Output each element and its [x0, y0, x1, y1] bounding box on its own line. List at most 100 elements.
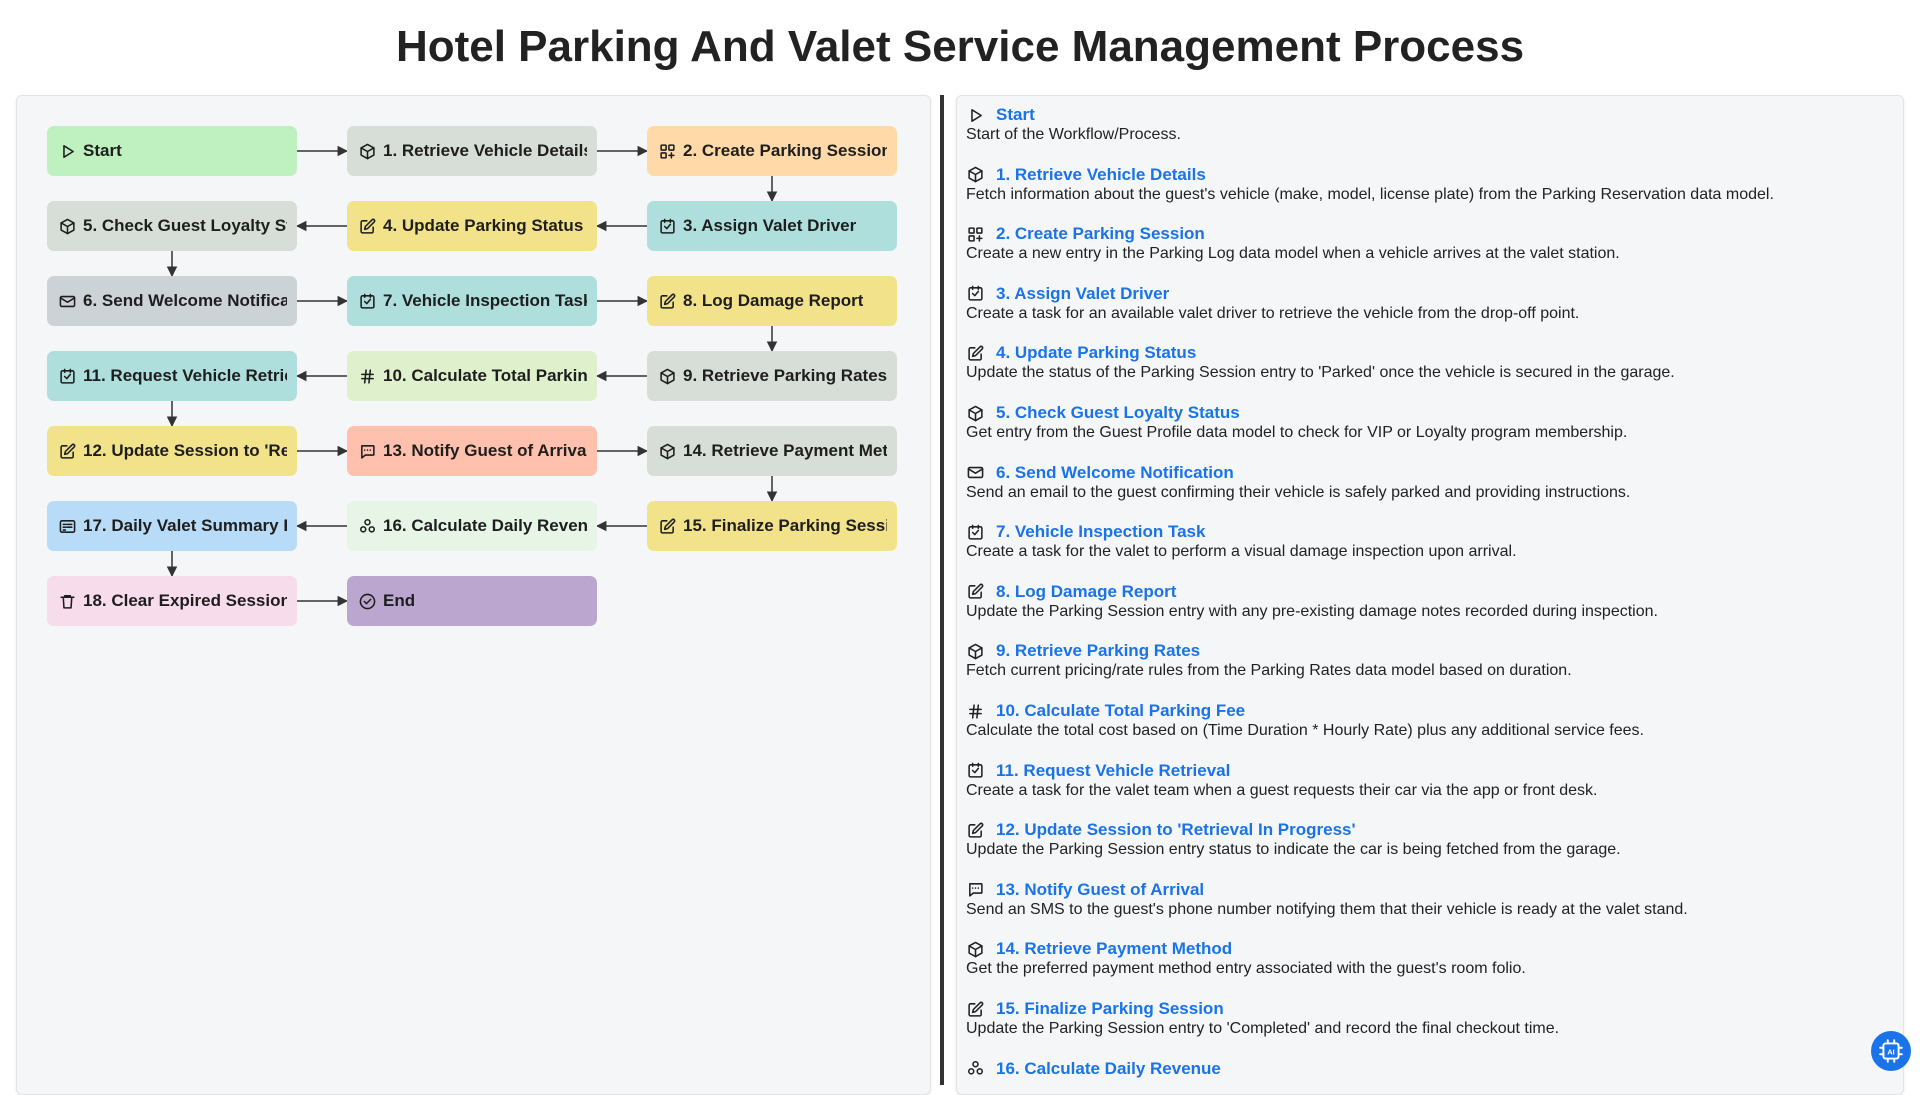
edit-icon [967, 1001, 984, 1018]
step-item: 1. Retrieve Vehicle Details Fetch informa… [966, 165, 1886, 204]
step-title-link[interactable]: 3. Assign Valet Driver [966, 284, 1886, 304]
step-item: 8. Log Damage Report Update the Parking S… [966, 582, 1886, 621]
step-title-link[interactable]: 8. Log Damage Report [966, 582, 1886, 602]
flow-node-s7[interactable]: 7. Vehicle Inspection Task [347, 276, 597, 326]
flow-node-s12[interactable]: 12. Update Session to 'Retrieval In Prog… [47, 426, 297, 476]
flow-node-s5[interactable]: 5. Check Guest Loyalty Status [47, 201, 297, 251]
step-title-link[interactable]: 1. Retrieve Vehicle Details [966, 165, 1886, 185]
cluster-icon [967, 1060, 984, 1077]
edit-icon [59, 443, 76, 460]
step-title: 5. Check Guest Loyalty Status [996, 403, 1240, 422]
step-description: Create a task for the valet team when a … [966, 781, 1598, 799]
step-item: 6. Send Welcome Notification Send an emai… [966, 463, 1886, 502]
step-title: 8. Log Damage Report [996, 581, 1177, 601]
step-item: 11. Request Vehicle Retrieval Create a ta… [966, 761, 1886, 800]
step-item: 13. Notify Guest of Arrival Send an SMS t… [966, 880, 1886, 919]
step-title: 4. Update Parking Status [996, 343, 1197, 363]
step-title: 1. Retrieve Vehicle Details [996, 164, 1206, 184]
step-item: 5. Check Guest Loyalty Status Get entry f… [966, 403, 1886, 442]
step-title: 3. Assign Valet Driver [996, 283, 1170, 303]
flow-node-s2[interactable]: 2. Create Parking Session [647, 126, 897, 176]
step-description: Fetch current pricing/rate rules from th… [966, 662, 1572, 680]
step-title: Start [996, 105, 1035, 124]
step-title: 14. Retrieve Payment Method [996, 939, 1233, 959]
edit-icon [659, 518, 676, 535]
cube-icon [659, 443, 676, 460]
step-title-link[interactable]: 10. Calculate Total Parking Fee [966, 701, 1886, 721]
flow-node-s13[interactable]: 13. Notify Guest of Arrival [347, 426, 597, 476]
step-description: Update the status of the Parking Session… [966, 364, 1675, 382]
flow-node-s1[interactable]: 1. Retrieve Vehicle Details [347, 126, 597, 176]
edit-icon [359, 218, 376, 235]
flow-node-label: 7. Vehicle Inspection Task [383, 291, 587, 310]
cube-icon [59, 218, 76, 235]
check-circle-icon [359, 593, 376, 610]
flow-node-label: 10. Calculate Total Parking Fee [383, 366, 587, 385]
flow-node-s6[interactable]: 6. Send Welcome Notification [47, 276, 297, 326]
step-title-link[interactable]: 2. Create Parking Session [966, 224, 1886, 244]
hash-icon [359, 368, 376, 385]
flow-node-label: 16. Calculate Daily Revenue [383, 516, 587, 535]
panel-divider[interactable] [940, 95, 944, 1085]
flow-node-s15[interactable]: 15. Finalize Parking Session [647, 501, 897, 551]
mail-icon [967, 464, 984, 481]
flow-node-s14[interactable]: 14. Retrieve Payment Method [647, 426, 897, 476]
ai-assistant-button[interactable]: AI [1871, 1031, 1911, 1071]
grid-plus-icon [659, 143, 676, 160]
flow-node-start[interactable]: Start [47, 126, 297, 176]
checkbox-icon [359, 293, 376, 310]
flow-node-label: 1. Retrieve Vehicle Details [383, 141, 587, 160]
step-item: 4. Update Parking Status Update the statu… [966, 343, 1886, 382]
step-item: Start Start of the Workflow/Process. [966, 105, 1886, 144]
flow-node-s17[interactable]: 17. Daily Valet Summary Report [47, 501, 297, 551]
flow-node-label: 9. Retrieve Parking Rates [683, 366, 887, 385]
cube-icon [359, 143, 376, 160]
cube-icon [967, 643, 984, 660]
mail-icon [59, 293, 76, 310]
step-title-link[interactable]: 7. Vehicle Inspection Task [966, 522, 1886, 542]
step-item: 3. Assign Valet Driver Create a task for … [966, 284, 1886, 323]
step-title: 7. Vehicle Inspection Task [996, 522, 1206, 542]
flow-node-label: 13. Notify Guest of Arrival [383, 441, 587, 460]
cube-icon [967, 166, 984, 183]
flow-node-end[interactable]: End [347, 576, 597, 626]
cube-icon [659, 368, 676, 385]
flow-node-s8[interactable]: 8. Log Damage Report [647, 276, 897, 326]
flow-node-label: 5. Check Guest Loyalty Status [83, 216, 287, 235]
flow-node-s10[interactable]: 10. Calculate Total Parking Fee [347, 351, 597, 401]
step-item: 14. Retrieve Payment Method Get the prefe… [966, 939, 1886, 978]
message-icon [359, 443, 376, 460]
step-title-link[interactable]: 16. Calculate Daily Revenue [966, 1059, 1886, 1079]
flow-node-s18[interactable]: 18. Clear Expired Sessions [47, 576, 297, 626]
svg-text:AI: AI [1887, 1047, 1895, 1056]
step-title-link[interactable]: 11. Request Vehicle Retrieval [966, 761, 1886, 781]
flow-node-s16[interactable]: 16. Calculate Daily Revenue [347, 501, 597, 551]
edit-icon [967, 345, 984, 362]
step-description: Calculate the total cost based on (Time … [966, 722, 1644, 739]
step-title-link[interactable]: 5. Check Guest Loyalty Status [966, 403, 1886, 423]
flow-node-label: 8. Log Damage Report [683, 291, 864, 310]
flow-node-label: End [383, 591, 416, 610]
step-title-link[interactable]: 9. Retrieve Parking Rates [966, 641, 1886, 661]
page-title: Hotel Parking And Valet Service Manageme… [395, 22, 1525, 71]
flow-node-s9[interactable]: 9. Retrieve Parking Rates [647, 351, 897, 401]
flow-node-label: 3. Assign Valet Driver [683, 216, 857, 235]
step-title-link[interactable]: 6. Send Welcome Notification [966, 463, 1886, 483]
edit-icon [659, 293, 676, 310]
flow-node-label: Start [83, 141, 122, 160]
step-title-link[interactable]: 15. Finalize Parking Session [966, 999, 1886, 1019]
step-title-link[interactable]: 12. Update Session to 'Retrieval In Prog… [966, 820, 1886, 840]
step-title-link[interactable]: 4. Update Parking Status [966, 343, 1886, 363]
step-description: Update the Parking Session entry status … [966, 841, 1621, 859]
step-title-link[interactable]: 14. Retrieve Payment Method [966, 939, 1886, 959]
report-icon [59, 518, 76, 535]
step-title-link[interactable]: 13. Notify Guest of Arrival [966, 880, 1886, 900]
flow-node-s3[interactable]: 3. Assign Valet Driver [647, 201, 897, 251]
flow-node-label: 14. Retrieve Payment Method [683, 441, 887, 460]
flow-node-label: 4. Update Parking Status [383, 216, 584, 235]
flow-node-s4[interactable]: 4. Update Parking Status [347, 201, 597, 251]
step-description: Get the preferred payment method entry a… [966, 960, 1526, 978]
step-title-link[interactable]: Start [966, 105, 1886, 125]
step-item: 15. Finalize Parking Session Update the P… [966, 999, 1886, 1038]
flow-node-s11[interactable]: 11. Request Vehicle Retrieval [47, 351, 297, 401]
